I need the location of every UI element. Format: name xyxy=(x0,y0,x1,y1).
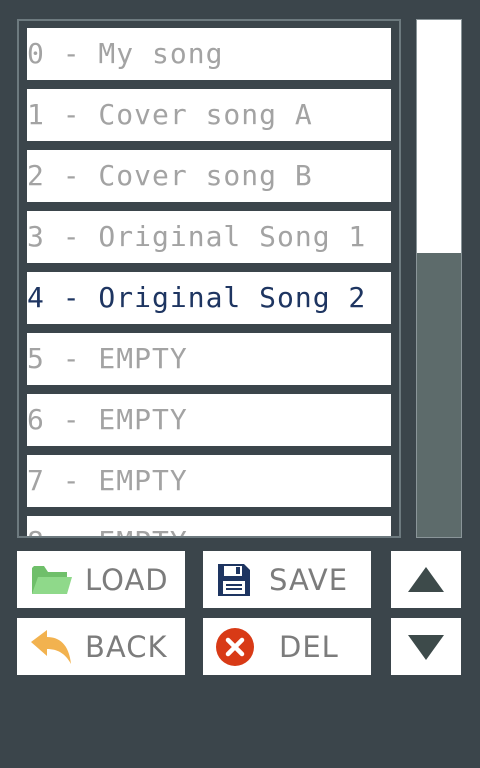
song-list-item[interactable]: 1 - Cover song A xyxy=(27,89,391,141)
scroll-down-button[interactable] xyxy=(391,618,461,675)
scrollbar-thumb[interactable] xyxy=(417,252,461,537)
song-list[interactable]: 0 - My song 1 - Cover song A 2 - Cover son… xyxy=(17,19,401,538)
triangle-up-icon xyxy=(406,565,446,595)
triangle-down-icon xyxy=(406,632,446,662)
save-label: SAVE xyxy=(269,562,349,597)
save-button[interactable]: SAVE xyxy=(203,551,371,608)
song-list-item[interactable]: 5 - EMPTY xyxy=(27,333,391,385)
song-list-item[interactable]: 8 - EMPTY xyxy=(27,516,391,536)
song-list-item[interactable]: 3 - Original Song 1 xyxy=(27,211,391,263)
song-list-item[interactable]: 4 - Original Song 2 xyxy=(27,272,391,324)
song-list-item[interactable]: 7 - EMPTY xyxy=(27,455,391,507)
scrollbar-track[interactable] xyxy=(416,19,462,538)
load-label: LOAD xyxy=(85,562,169,597)
delete-button[interactable]: DEL xyxy=(203,618,371,675)
back-button[interactable]: BACK xyxy=(17,618,185,675)
floppy-disk-icon xyxy=(216,562,252,598)
back-label: BACK xyxy=(85,629,168,664)
song-list-item[interactable]: 2 - Cover song B xyxy=(27,150,391,202)
back-arrow-icon xyxy=(29,627,73,667)
song-list-item[interactable]: 6 - EMPTY xyxy=(27,394,391,446)
delete-x-icon xyxy=(215,627,255,667)
del-label: DEL xyxy=(279,629,339,664)
song-list-item[interactable]: 0 - My song xyxy=(27,28,391,80)
scroll-up-button[interactable] xyxy=(391,551,461,608)
load-button[interactable]: LOAD xyxy=(17,551,185,608)
folder-icon xyxy=(29,560,73,600)
